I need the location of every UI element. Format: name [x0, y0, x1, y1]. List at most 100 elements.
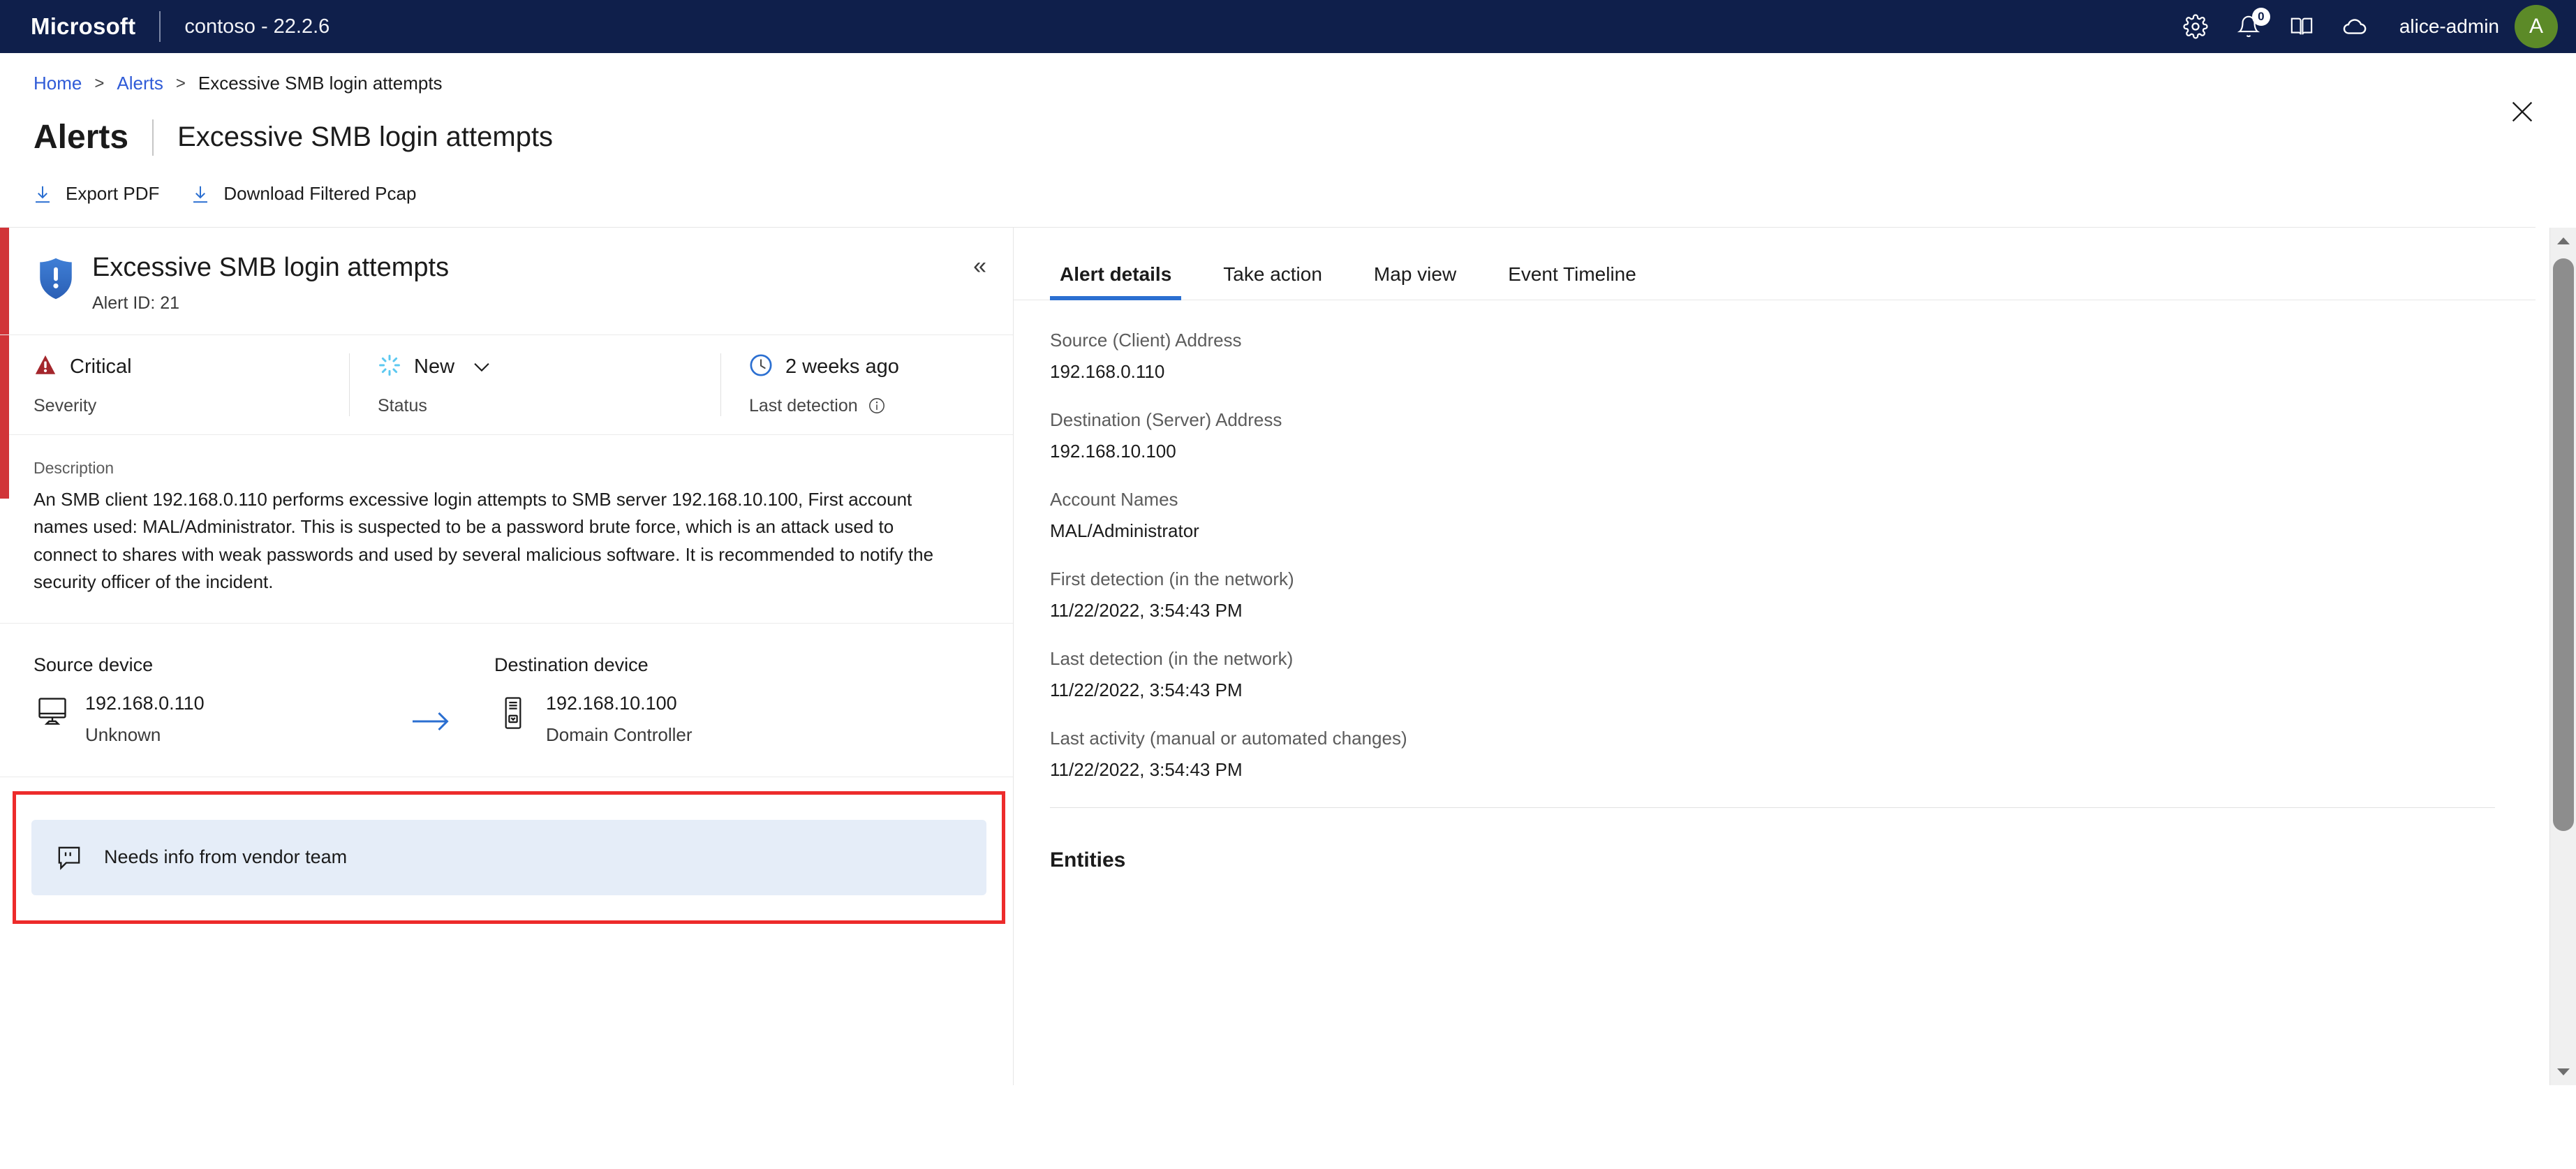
notification-count-badge: 0 — [2251, 8, 2270, 26]
clock-icon — [749, 353, 773, 381]
alert-panel-header: Excessive SMB login attempts Alert ID: 2… — [0, 228, 1013, 335]
alert-details-panel: Alert details Take action Map view Event… — [1014, 228, 2576, 1085]
alert-status-row: Critical Severity New Status 2 weeks ago… — [0, 335, 1013, 435]
tab-event-timeline[interactable]: Event Timeline — [1498, 263, 1646, 300]
breadcrumb-item-home[interactable]: Home — [34, 73, 82, 94]
page-subtitle: Excessive SMB login attempts — [177, 122, 554, 152]
warning-triangle-icon — [34, 353, 57, 381]
source-device-column: Source device 192.168.0.110 Unknown — [34, 654, 369, 746]
flow-arrow-icon — [369, 654, 494, 734]
microsoft-logo-text[interactable]: Microsoft — [31, 13, 135, 40]
detail-value: 11/22/2022, 3:54:43 PM — [1050, 600, 1243, 621]
alert-title: Excessive SMB login attempts — [92, 253, 450, 282]
breadcrumb-item-alerts[interactable]: Alerts — [117, 73, 163, 94]
destination-device-type: Domain Controller — [546, 723, 693, 745]
destination-device-ip[interactable]: 192.168.10.100 — [546, 693, 693, 714]
book-icon[interactable] — [2275, 0, 2328, 53]
tab-take-action[interactable]: Take action — [1213, 263, 1332, 300]
download-filtered-pcap-button[interactable]: Download Filtered Pcap — [175, 179, 431, 209]
detail-value: 192.168.0.110 — [1050, 361, 1165, 382]
download-icon — [32, 184, 53, 205]
detail-label: First detection (in the network) — [1050, 568, 1294, 589]
detail-item: Last activity (manual or automated chang… — [1050, 728, 2536, 781]
description-label: Description — [34, 458, 114, 477]
title-divider — [152, 119, 154, 156]
close-icon[interactable] — [2502, 91, 2542, 132]
scroll-up-arrow-icon[interactable] — [2550, 228, 2576, 254]
description-block: Description An SMB client 192.168.0.110 … — [0, 435, 1013, 624]
destination-device-column: Destination device 192.168.10.100 Domain… — [494, 654, 829, 746]
detail-value: MAL/Administrator — [1050, 520, 1199, 541]
breadcrumb-separator: > — [175, 73, 186, 93]
download-icon — [190, 184, 211, 205]
last-detection-value: 2 weeks ago — [785, 355, 899, 378]
avatar[interactable]: A — [2515, 5, 2558, 48]
tab-alert-details[interactable]: Alert details — [1050, 263, 1182, 300]
page-title-row: Alerts Excessive SMB login attempts — [0, 94, 2576, 156]
breadcrumb: Home > Alerts > Excessive SMB login atte… — [0, 53, 2576, 94]
last-detection-label-text: Last detection — [749, 395, 858, 416]
gear-icon[interactable] — [2169, 0, 2222, 53]
detail-item: Destination (Server) Address 192.168.10.… — [1050, 409, 2536, 462]
detail-item: Last detection (in the network) 11/22/20… — [1050, 648, 2536, 701]
breadcrumb-item-current: Excessive SMB login attempts — [198, 73, 443, 94]
severity-label: Severity — [34, 395, 97, 416]
scrollbar-thumb[interactable] — [2553, 258, 2574, 831]
source-device-header: Source device — [34, 654, 154, 675]
detail-item: Account Names MAL/Administrator — [1050, 489, 2536, 542]
device-flow-block: Source device 192.168.0.110 Unknown Dest… — [0, 624, 1013, 777]
bell-icon[interactable]: 0 — [2222, 0, 2275, 53]
comment-highlight-annotation: Needs info from vendor team — [13, 791, 1005, 924]
topbar-actions: 0 alice-admin A — [2169, 0, 2576, 53]
cloud-icon[interactable] — [2328, 0, 2381, 53]
detail-label: Source (Client) Address — [1050, 330, 1242, 351]
destination-device-header: Destination device — [494, 654, 649, 675]
export-pdf-button[interactable]: Export PDF — [17, 179, 175, 209]
server-icon — [494, 693, 532, 730]
content-area: Excessive SMB login attempts Alert ID: 2… — [0, 228, 2576, 1085]
detail-label: Last activity (manual or automated chang… — [1050, 728, 1407, 749]
info-icon[interactable] — [868, 397, 886, 415]
source-device-type: Unknown — [85, 723, 161, 745]
details-tablist: Alert details Take action Map view Event… — [1014, 228, 2536, 300]
collapse-panel-icon[interactable]: « — [973, 254, 986, 278]
top-navigation-bar: Microsoft contoso - 22.2.6 0 alice-admin… — [0, 0, 2576, 53]
comment-text: Needs info from vendor team — [104, 846, 348, 868]
brand-divider — [159, 11, 161, 42]
monitor-icon — [34, 693, 71, 728]
comment-icon — [55, 844, 83, 872]
entities-section-header: Entities — [1050, 848, 1126, 872]
severity-value: Critical — [70, 355, 132, 378]
comment-row[interactable]: Needs info from vendor team — [31, 819, 986, 895]
status-label: Status — [378, 395, 427, 416]
download-filtered-pcap-label: Download Filtered Pcap — [223, 183, 417, 204]
detail-field-list: Source (Client) Address 192.168.0.110 De… — [1014, 300, 2536, 781]
severity-cell: Critical Severity — [0, 353, 349, 416]
page-title: Alerts — [34, 119, 129, 156]
chevron-down-icon[interactable] — [470, 355, 494, 378]
detail-item: Source (Client) Address 192.168.0.110 — [1050, 330, 2536, 383]
shield-alert-icon — [38, 257, 74, 304]
last-detection-cell: 2 weeks ago Last detection — [720, 353, 1013, 416]
username-label[interactable]: alice-admin — [2399, 15, 2499, 38]
new-status-icon — [378, 353, 401, 381]
detail-item: First detection (in the network) 11/22/2… — [1050, 568, 2536, 622]
status-value: New — [414, 355, 455, 378]
command-bar: Export PDF Download Filtered Pcap — [0, 156, 2536, 228]
scroll-down-arrow-icon[interactable] — [2550, 1059, 2576, 1085]
vertical-scrollbar[interactable] — [2549, 228, 2576, 1085]
detail-value: 192.168.10.100 — [1050, 441, 1176, 462]
detail-label: Account Names — [1050, 489, 1178, 510]
detail-label: Last detection (in the network) — [1050, 648, 1294, 669]
detail-label: Destination (Server) Address — [1050, 409, 1282, 430]
scrollbar-track[interactable] — [2550, 254, 2576, 1059]
status-cell: New Status — [349, 353, 720, 416]
export-pdf-label: Export PDF — [66, 183, 160, 204]
tenant-name-label: contoso - 22.2.6 — [184, 15, 330, 38]
tab-map-view[interactable]: Map view — [1364, 263, 1466, 300]
breadcrumb-separator: > — [94, 73, 105, 93]
source-device-ip[interactable]: 192.168.0.110 — [85, 693, 205, 714]
description-text: An SMB client 192.168.0.110 performs exc… — [34, 488, 934, 593]
alert-summary-panel: Excessive SMB login attempts Alert ID: 2… — [0, 228, 1014, 1085]
last-detection-label: Last detection — [749, 396, 985, 416]
